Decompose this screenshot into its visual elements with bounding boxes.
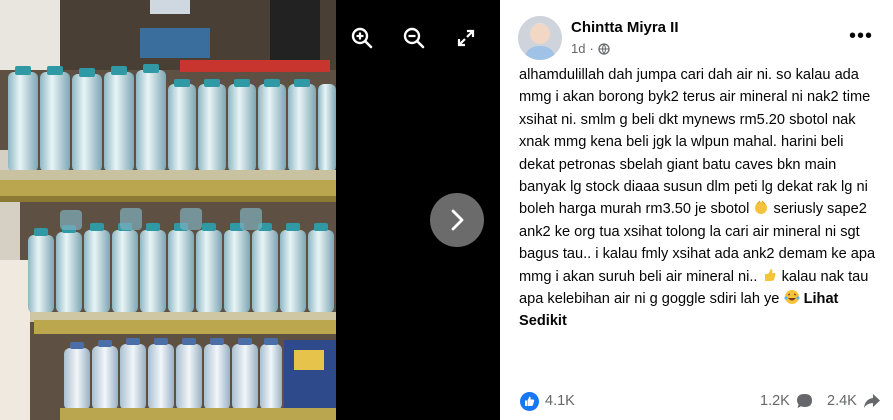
chevron-right-icon [451,209,464,231]
post-photo [0,0,336,420]
globe-icon[interactable] [598,42,610,55]
post-stats: 4.1K 1.2K 2.4K [500,388,893,416]
post-text: alhamdulillah dah jumpa cari dah air ni.… [519,64,881,333]
more-options-button[interactable]: ••• [849,25,873,48]
photo-viewer [0,0,500,420]
avatar[interactable] [518,16,562,60]
author-name[interactable]: Chintta Miyra II [571,19,679,36]
comment-count[interactable]: 1.2K [760,393,790,409]
share-icon[interactable] [863,393,881,409]
comment-icon[interactable] [796,393,813,410]
post-time[interactable]: 1d [571,41,585,56]
thumbs-up-emoji [764,268,776,281]
share-count[interactable]: 2.4K [827,393,857,409]
zoom-in-icon[interactable] [348,24,376,52]
post-panel: Chintta Miyra II 1d · ••• alhamdulillah … [500,0,893,420]
clapping-hands-emoji [755,201,768,215]
post-text-part1: alhamdulillah dah jumpa cari dah air ni.… [519,67,871,218]
post-meta: 1d · [571,41,610,56]
zoom-out-icon[interactable] [400,24,428,52]
next-photo-button[interactable] [430,193,484,247]
laughing-emoji [783,290,800,305]
like-icon[interactable] [520,392,539,411]
water-shelf-photo [0,0,336,420]
expand-icon[interactable] [452,24,480,52]
like-count[interactable]: 4.1K [545,393,575,409]
